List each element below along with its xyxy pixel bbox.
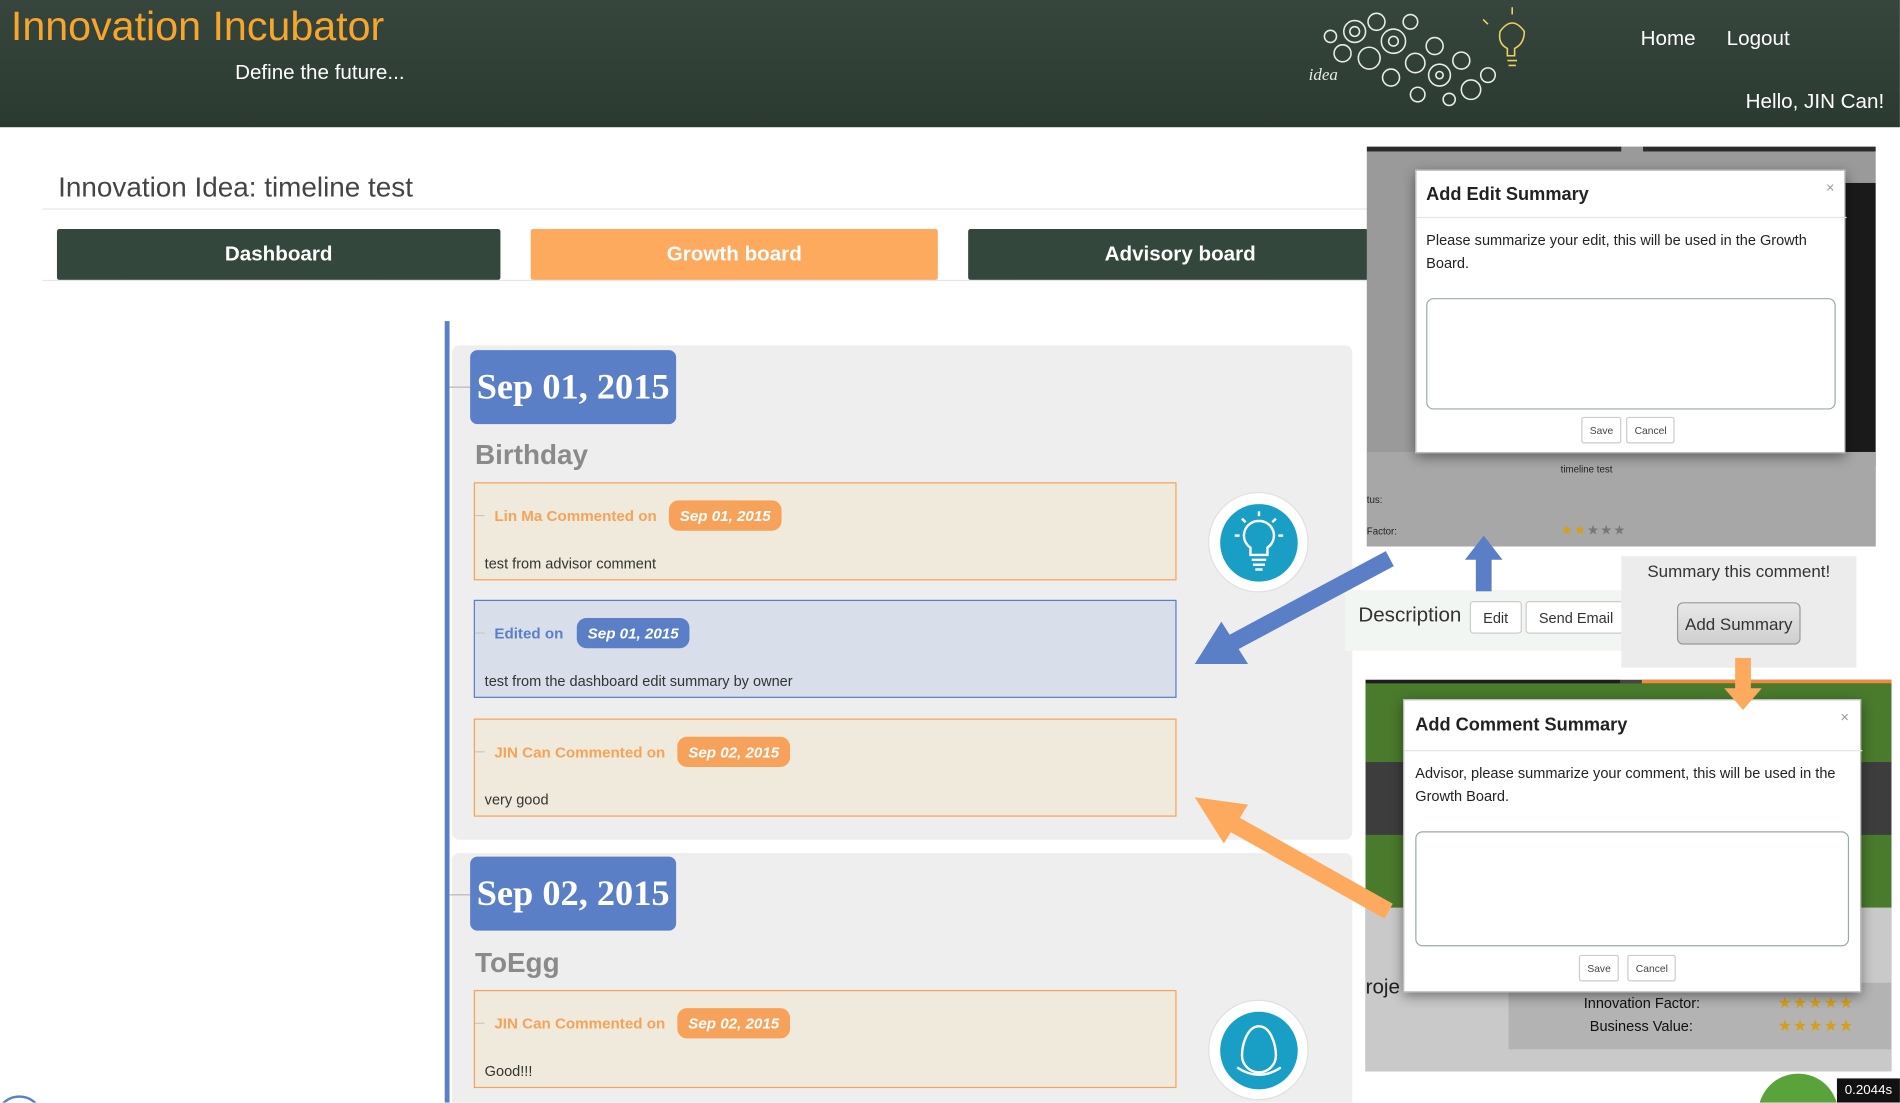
entry-date-pill: Sep 01, 2015 <box>576 617 690 649</box>
modal-title: Add Edit Summary <box>1426 184 1589 205</box>
save-button[interactable]: Save <box>1581 416 1622 444</box>
bg-project-label: roje <box>1365 975 1400 999</box>
entry-tick <box>474 1022 485 1024</box>
entry-tick <box>474 514 485 517</box>
day-stage-title: Birthday <box>474 438 589 471</box>
entry-date-pill: Sep 02, 2015 <box>677 1008 791 1039</box>
modal-instructions: Please summarize your edit, this will be… <box>1426 231 1807 272</box>
entry-date-pill: Sep 02, 2015 <box>677 736 791 768</box>
day-stage-title: ToEgg <box>474 946 560 978</box>
comment-summary-textarea[interactable] <box>1415 831 1850 947</box>
tab-dashboard[interactable]: Dashboard <box>56 229 501 280</box>
entry-text: test from advisor comment <box>484 554 656 572</box>
edit-summary-screenshot: timeline test tus: Factor: ★★★★★ Add Edi… <box>1366 146 1876 547</box>
entry-text: very good <box>484 791 549 809</box>
tabs-divider <box>42 279 1370 282</box>
cancel-button[interactable]: Cancel <box>1626 416 1676 444</box>
entry-text: Good!!! <box>484 1062 533 1080</box>
timeline-axis <box>444 321 450 1103</box>
gears-logo-icon: idea <box>1309 7 1526 107</box>
star-rating-icon: ★★★★★ <box>1777 1016 1855 1035</box>
brand-tagline: Define the future... <box>235 60 405 84</box>
entry-date-pill: Sep 01, 2015 <box>668 500 782 531</box>
add-comment-summary-modal: Add Comment Summary × Advisor, please su… <box>1403 699 1863 993</box>
lightbulb-icon <box>1208 491 1309 593</box>
cancel-button[interactable]: Cancel <box>1627 954 1677 982</box>
load-timer: 0.2044s <box>1836 1078 1900 1103</box>
timeline-entry: Lin Ma Commented on Sep 01, 2015 test fr… <box>473 482 1177 581</box>
timeline-entry: Edited on Sep 01, 2015 test from the das… <box>473 599 1177 698</box>
bottom-left-circle-icon <box>0 1095 44 1103</box>
bg-factor-label: Factor: <box>1366 525 1397 537</box>
entry-label: JIN Can Commented on <box>494 743 666 761</box>
title-divider <box>42 208 1370 210</box>
modal-title: Add Comment Summary <box>1415 714 1628 736</box>
add-summary-button[interactable]: Add Summary <box>1676 602 1801 645</box>
entry-label: Lin Ma Commented on <box>494 507 657 525</box>
entry-tick <box>474 751 485 753</box>
timeline-entry: JIN Can Commented on Sep 02, 2015 very g… <box>473 718 1177 817</box>
timeline-entry: JIN Can Commented on Sep 02, 2015 Good!!… <box>473 989 1177 1089</box>
edit-summary-textarea[interactable] <box>1426 298 1836 410</box>
green-badge-icon <box>1758 1073 1839 1103</box>
tab-advisory-board[interactable]: Advisory board <box>968 229 1393 280</box>
send-email-button[interactable]: Send Email <box>1525 601 1627 634</box>
bg-business-label: Business Value: <box>1589 1017 1693 1035</box>
modal-instructions: Advisor, please summarize your comment, … <box>1415 764 1836 805</box>
bg-status-label: tus: <box>1366 494 1383 506</box>
entry-tick <box>474 632 485 634</box>
bg-idea-title: timeline test <box>1560 464 1613 475</box>
add-edit-summary-modal: Add Edit Summary × Please summarize your… <box>1415 169 1847 454</box>
save-button[interactable]: Save <box>1578 954 1620 982</box>
edit-button[interactable]: Edit <box>1469 601 1522 634</box>
timeline-tick <box>449 894 472 896</box>
entry-label: Edited on <box>494 625 564 643</box>
svg-text:idea: idea <box>1309 65 1338 84</box>
comment-summary-screenshot: roje Innovation Factor: Business Value: … <box>1365 679 1892 1072</box>
close-icon[interactable]: × <box>1826 179 1835 196</box>
page-title: Innovation Idea: timeline test <box>58 170 413 203</box>
nav-home-link[interactable]: Home <box>1641 27 1696 51</box>
star-rating-icon: ★★★★★ <box>1777 993 1855 1012</box>
description-bar: Description Edit Send Email <box>1344 590 1631 651</box>
user-greeting: Hello, JIN Can! <box>1745 89 1885 113</box>
entry-label: JIN Can Commented on <box>494 1015 666 1033</box>
day-date-badge: Sep 01, 2015 <box>470 350 677 425</box>
day-date-badge: Sep 02, 2015 <box>470 856 677 931</box>
entry-text: test from the dashboard edit summary by … <box>484 672 793 690</box>
nav-logout-link[interactable]: Logout <box>1727 27 1790 51</box>
star-rating-icon: ★★★★★ <box>1560 523 1627 538</box>
timeline-tick <box>449 386 472 388</box>
description-label: Description <box>1358 603 1462 627</box>
close-icon[interactable]: × <box>1841 709 1850 726</box>
bg-innovation-label: Innovation Factor: <box>1583 994 1701 1012</box>
site-header: Innovation Incubator Define the future..… <box>0 0 1900 128</box>
summary-prompt-text: Summary this comment! <box>1647 561 1831 581</box>
brand-title[interactable]: Innovation Incubator <box>11 4 384 51</box>
egg-icon <box>1208 999 1309 1101</box>
tab-growth-board[interactable]: Growth board <box>530 229 938 280</box>
